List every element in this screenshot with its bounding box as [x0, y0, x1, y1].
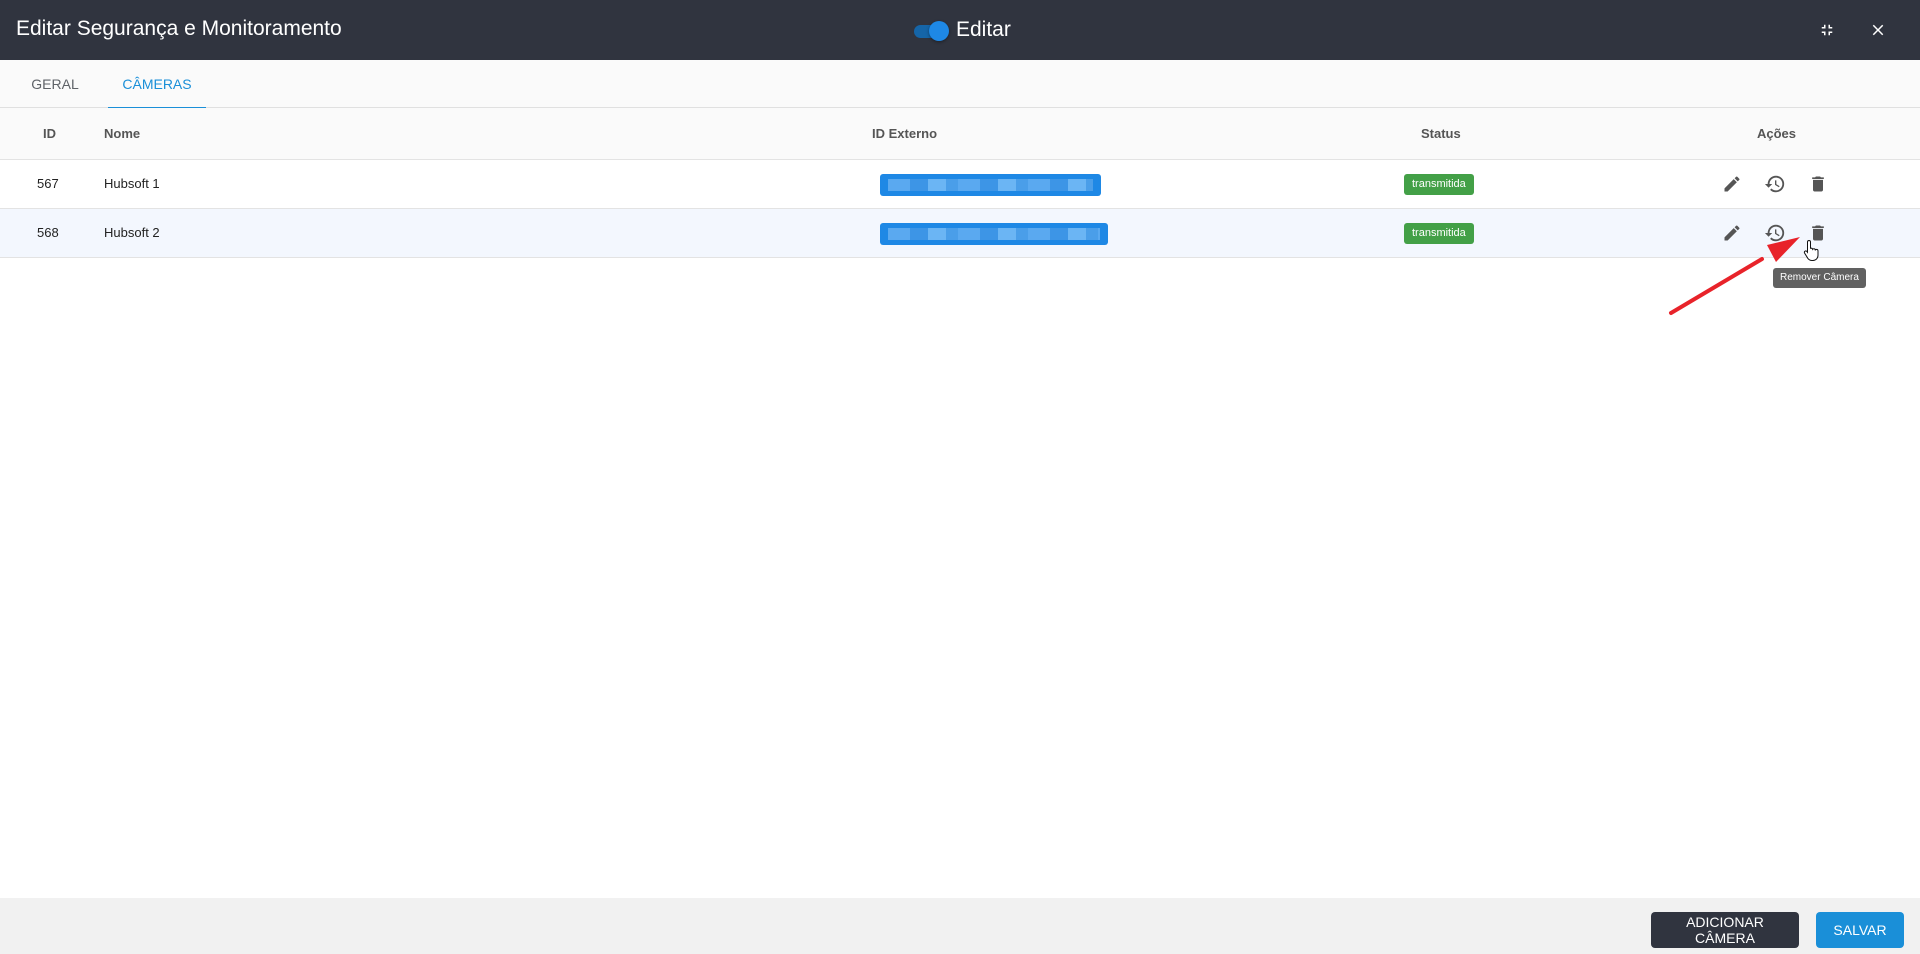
edit-switch[interactable] [912, 19, 949, 41]
cell-id: 567 [37, 176, 59, 191]
status-badge: transmitida [1404, 174, 1474, 195]
pencil-icon[interactable] [1720, 172, 1744, 196]
history-icon[interactable] [1763, 221, 1787, 245]
tab-geral[interactable]: GERAL [17, 60, 93, 108]
column-header-external-id: ID Externo [872, 126, 938, 141]
tab-cameras[interactable]: CÂMERAS [108, 60, 206, 109]
dialog-footer: ADICIONAR CÂMERA SALVAR [0, 898, 1920, 954]
cell-name: Hubsoft 1 [104, 176, 160, 191]
close-icon[interactable] [1864, 16, 1892, 44]
add-camera-button[interactable]: ADICIONAR CÂMERA [1651, 912, 1799, 948]
tooltip-remove-camera: Remover Câmera [1773, 268, 1866, 288]
tab-bar: GERAL CÂMERAS [0, 60, 1920, 109]
trash-icon[interactable] [1806, 172, 1830, 196]
history-icon[interactable] [1763, 172, 1787, 196]
column-header-actions: Ações [1757, 126, 1797, 141]
pencil-icon[interactable] [1720, 221, 1744, 245]
table-row[interactable]: 568 Hubsoft 2 transmitida [0, 209, 1920, 258]
edit-toggle[interactable]: Editar [912, 0, 1011, 60]
dialog-title: Editar Segurança e Monitoramento [16, 17, 342, 40]
redacted-external-id [880, 174, 1101, 196]
redacted-external-id [880, 223, 1108, 245]
dialog-header: Editar Segurança e Monitoramento Editar [0, 0, 1920, 60]
cell-id: 568 [37, 225, 59, 240]
save-button[interactable]: SALVAR [1816, 912, 1904, 948]
fullscreen-exit-icon[interactable] [1813, 16, 1841, 44]
column-header-name: Nome [104, 126, 141, 141]
table-header: ID Nome ID Externo Status Ações [0, 108, 1920, 160]
column-header-status: Status [1421, 126, 1461, 141]
column-header-id: ID [43, 126, 56, 141]
cell-name: Hubsoft 2 [104, 225, 160, 240]
hand-cursor-icon [1803, 239, 1821, 266]
table-row[interactable]: 567 Hubsoft 1 transmitida [0, 160, 1920, 209]
edit-toggle-label: Editar [956, 18, 1011, 41]
switch-thumb [929, 21, 949, 41]
status-badge: transmitida [1404, 223, 1474, 244]
